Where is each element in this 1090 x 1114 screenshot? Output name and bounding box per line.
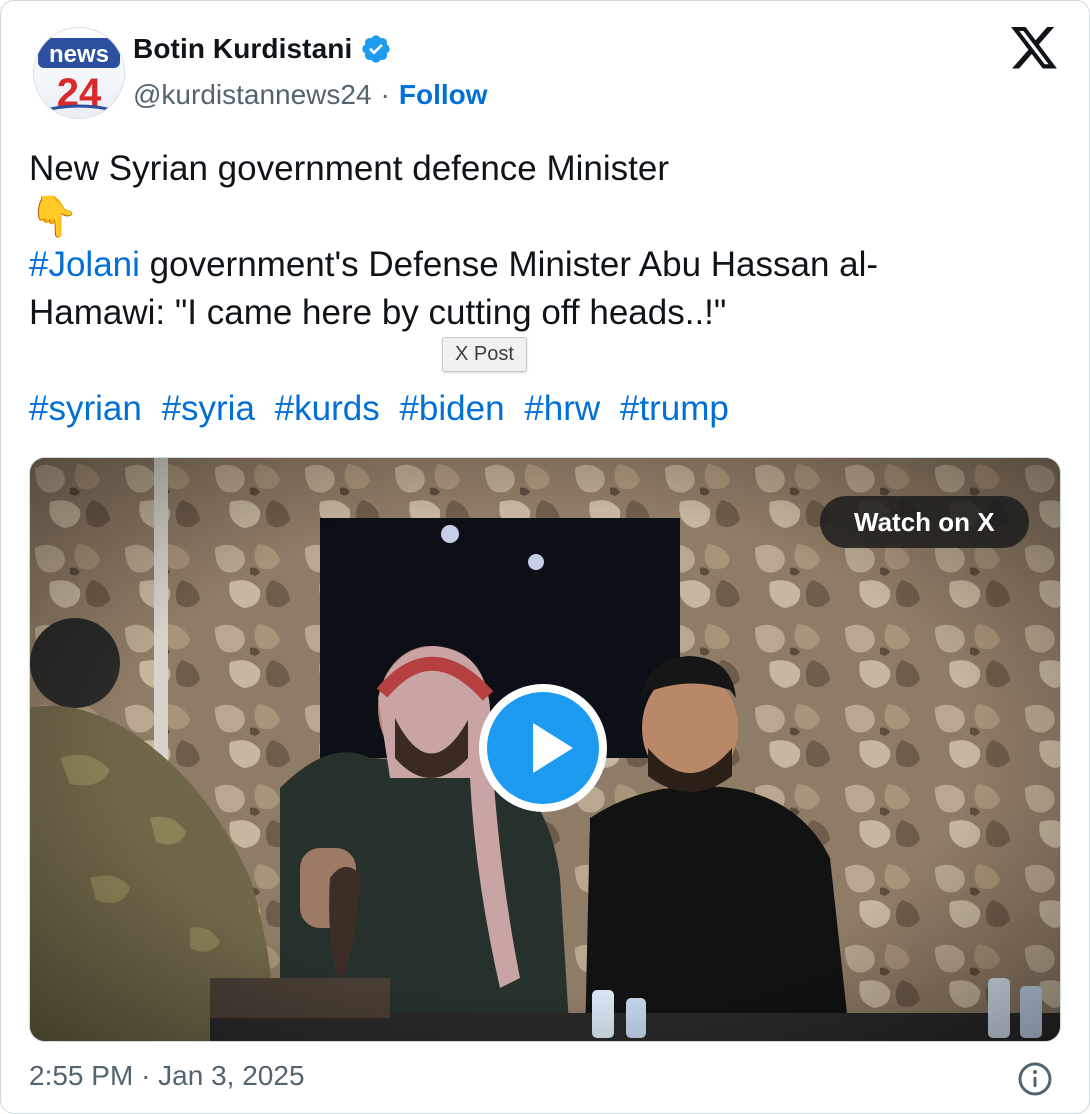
post-timestamp[interactable]: 2:55 PM · Jan 3, 2025 xyxy=(29,1060,305,1092)
follow-button[interactable]: Follow xyxy=(399,79,488,111)
watch-on-x-button[interactable]: Watch on X xyxy=(820,496,1029,548)
post-text-line-1: New Syrian government defence Minister xyxy=(29,149,670,188)
play-button-circle xyxy=(487,692,599,804)
author-handle[interactable]: @kurdistannews24 xyxy=(133,79,372,111)
hashtag-syria[interactable]: #syria xyxy=(162,389,255,428)
video-player[interactable]: Watch on X xyxy=(29,457,1061,1042)
author-display-name[interactable]: Botin Kurdistani xyxy=(133,33,352,65)
info-icon[interactable] xyxy=(1017,1061,1053,1097)
post-time: 2:55 PM xyxy=(29,1060,134,1091)
timestamp-separator: · xyxy=(141,1060,151,1091)
news24-logo-icon: news 24 xyxy=(34,28,124,118)
hashtag-biden[interactable]: #biden xyxy=(399,389,504,428)
hashtag-jolani[interactable]: #Jolani xyxy=(29,245,140,284)
post-text: New Syrian government defence Minister 👇… xyxy=(29,145,1049,337)
x-logo-icon[interactable] xyxy=(1011,27,1057,69)
hashtag-trump[interactable]: #trump xyxy=(620,389,729,428)
hashtag-syrian[interactable]: #syrian xyxy=(29,389,142,428)
avatar-text-top: news xyxy=(49,41,109,68)
author-handle-row: @kurdistannews24 · Follow xyxy=(133,79,488,111)
hashtag-list: #syrian #syria #kurds #biden #hrw #trump xyxy=(29,385,739,433)
play-button[interactable] xyxy=(479,684,607,812)
post-date: Jan 3, 2025 xyxy=(158,1060,305,1091)
verified-badge-icon xyxy=(362,35,391,63)
hashtag-kurds[interactable]: #kurds xyxy=(275,389,380,428)
hashtag-hrw[interactable]: #hrw xyxy=(524,389,600,428)
post-text-line-2: #Jolani government's Defense Minister Ab… xyxy=(29,241,1049,289)
post-text-line-2-rest: government's Defense Minister Abu Hassan… xyxy=(139,245,879,284)
embedded-post-card[interactable]: news 24 Botin Kurdistani @kurdistannews2… xyxy=(0,0,1090,1114)
play-icon xyxy=(533,723,573,773)
tooltip: X Post xyxy=(442,337,527,372)
post-text-line-3: Hamawi: "I came here by cutting off head… xyxy=(29,293,727,332)
pointing-down-emoji: 👇 xyxy=(29,195,79,239)
separator-dot: · xyxy=(380,79,390,110)
author-name-row[interactable]: Botin Kurdistani xyxy=(133,33,392,65)
author-avatar[interactable]: news 24 xyxy=(33,27,125,119)
